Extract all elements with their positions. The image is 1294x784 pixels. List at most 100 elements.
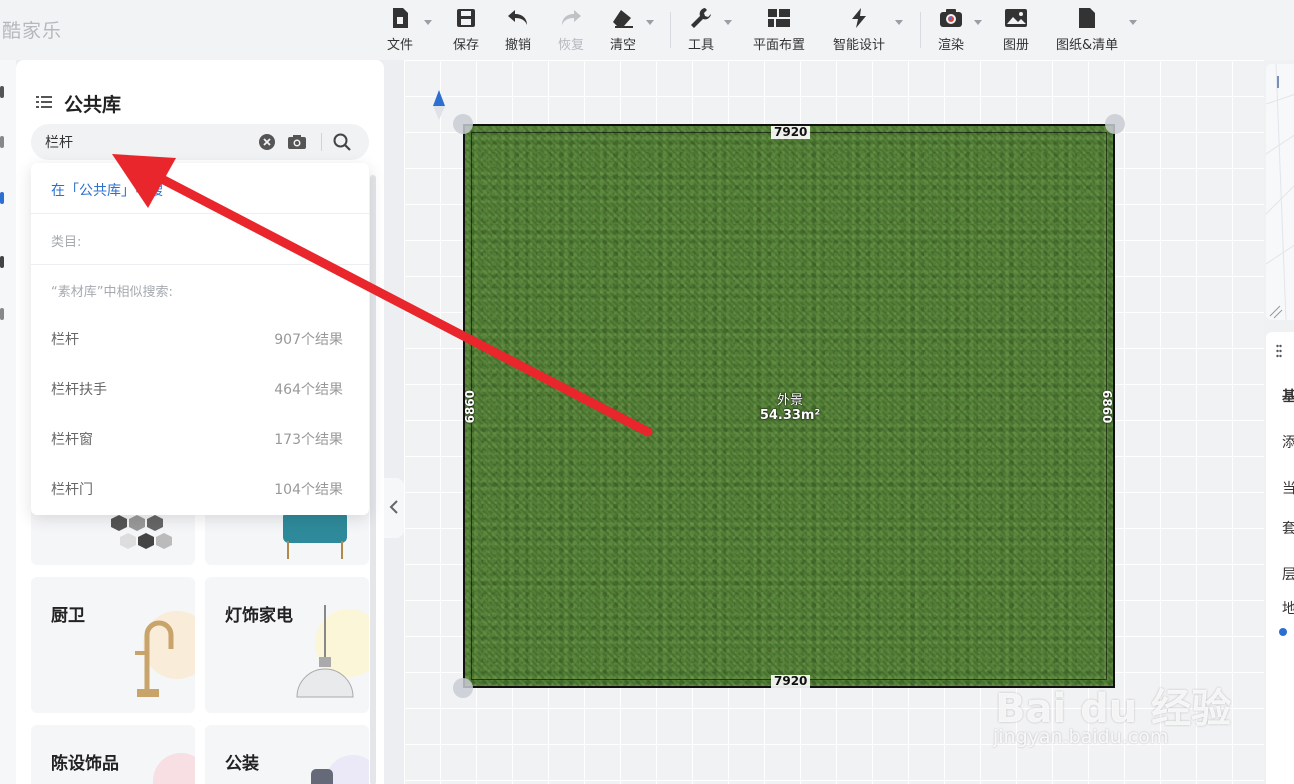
category-title: 陈设饰品	[51, 754, 119, 774]
category-card-kitchen-bath[interactable]: 厨卫	[31, 577, 195, 713]
chevron-left-icon	[389, 499, 399, 518]
suggestion-item[interactable]: 栏杆 907个结果	[31, 319, 369, 359]
camera-icon	[939, 6, 963, 30]
eraser-icon	[611, 6, 635, 30]
chevron-down-icon[interactable]	[895, 20, 903, 25]
armchair-image	[283, 511, 353, 565]
tools-menu-button[interactable]: 工具	[688, 6, 714, 54]
floor-layout-label: 平面布置	[753, 38, 806, 53]
smart-design-button[interactable]: 智能设计	[833, 6, 885, 54]
suggestion-count: 907个结果	[274, 332, 343, 348]
category-title: 公装	[225, 754, 259, 774]
chevron-down-icon[interactable]	[1129, 20, 1137, 25]
category-card-lighting[interactable]: 灯饰家电	[205, 577, 369, 713]
watermark-url: jingyan.baidu.com	[993, 726, 1169, 748]
render-menu-button[interactable]: 渲染	[938, 6, 964, 54]
decor-image	[141, 751, 195, 784]
chevron-down-icon[interactable]	[974, 20, 982, 25]
panel-scrollbar[interactable]	[370, 175, 376, 784]
chevron-down-icon[interactable]	[646, 20, 654, 25]
suggestion-name: 栏杆门	[51, 482, 93, 498]
save-label: 保存	[453, 38, 480, 53]
corner-handle[interactable]	[453, 678, 473, 698]
chevron-down-icon[interactable]	[424, 20, 432, 25]
lightning-icon	[847, 6, 871, 30]
prop-label: 当	[1282, 481, 1294, 497]
album-label: 图册	[1003, 38, 1030, 53]
toolbar-divider	[920, 12, 921, 48]
similar-search-label: “素材库”中相似搜索:	[51, 285, 173, 300]
sidebar-icon[interactable]	[0, 136, 4, 148]
list-icon[interactable]	[36, 94, 52, 113]
top-toolbar: 酷家乐 文件 保存 撤销 恢复 清空 工具 平面布置 智能设计 渲染 图册 图纸…	[0, 0, 1294, 60]
minimap[interactable]	[1266, 64, 1294, 320]
slider-thumb[interactable]	[1279, 628, 1287, 636]
suggestion-item[interactable]: 栏杆扶手 464个结果	[31, 369, 369, 409]
drawings-button[interactable]: 图纸&清单	[1056, 6, 1118, 54]
toolbar-divider	[670, 12, 671, 48]
sidebar-icon[interactable]	[0, 86, 4, 98]
left-sidebar	[0, 60, 16, 784]
prop-label: 地	[1282, 601, 1294, 617]
suggestion-name: 栏杆	[51, 332, 79, 348]
prop-label: 基	[1282, 389, 1294, 405]
drawings-label: 图纸&清单	[1056, 38, 1119, 53]
image-icon	[1004, 6, 1028, 30]
sidebar-icon[interactable]	[0, 308, 4, 320]
dimension-left: 6860	[463, 390, 477, 424]
sidebar-icon[interactable]	[0, 256, 4, 268]
panel-title: 公共库	[64, 94, 122, 116]
chevron-down-icon[interactable]	[724, 20, 732, 25]
clear-search-icon[interactable]	[257, 132, 277, 152]
redo-button[interactable]: 恢复	[558, 6, 584, 54]
suggestion-name: 栏杆扶手	[51, 382, 107, 398]
render-label: 渲染	[938, 38, 965, 53]
save-button[interactable]: 保存	[453, 6, 479, 54]
pendant-lamp-image	[283, 605, 369, 709]
document-icon	[1075, 6, 1099, 30]
search-scope-link[interactable]: 在「公共库」中搜	[51, 180, 163, 200]
suggestion-name: 栏杆窗	[51, 432, 93, 448]
camera-search-icon[interactable]	[287, 132, 307, 152]
wrench-icon	[689, 6, 713, 30]
corner-handle[interactable]	[1105, 114, 1125, 134]
suggestion-item[interactable]: 栏杆窗 173个结果	[31, 419, 369, 459]
divider	[31, 213, 369, 214]
floor-layout-button[interactable]: 平面布置	[753, 6, 805, 54]
search-divider	[321, 133, 322, 151]
room-label: 外景 54.33m²	[758, 389, 822, 423]
category-card-decor[interactable]: 陈设饰品	[31, 725, 195, 784]
clear-label: 清空	[610, 38, 637, 53]
corner-handle[interactable]	[453, 114, 473, 134]
undo-icon	[506, 6, 530, 30]
collapse-panel-button[interactable]	[384, 478, 404, 538]
faucet-image	[117, 605, 195, 709]
properties-card: 基 添 当 套 层 地	[1266, 332, 1294, 784]
room-area: 54.33m²	[759, 408, 821, 423]
search-input[interactable]	[45, 131, 245, 153]
divider	[31, 264, 369, 265]
suggestion-count: 464个结果	[274, 382, 343, 398]
clear-button[interactable]: 清空	[610, 6, 636, 54]
floor-plan-icon	[767, 6, 791, 30]
sidebar-icon-active[interactable]	[0, 192, 4, 204]
drag-handle-icon[interactable]	[1276, 344, 1282, 358]
category-card-public[interactable]: 公装	[205, 725, 369, 784]
dimension-bottom: 7920	[771, 675, 811, 688]
north-compass-icon[interactable]	[432, 90, 446, 124]
prop-label: 添	[1282, 435, 1294, 451]
suggestion-count: 173个结果	[274, 432, 343, 448]
undo-label: 撤销	[505, 38, 532, 53]
room-name: 外景	[776, 393, 803, 408]
brand-logo: 酷家乐	[2, 20, 63, 42]
prop-label: 层	[1282, 567, 1294, 583]
search-icon[interactable]	[332, 132, 352, 152]
suggestion-item[interactable]: 栏杆门 104个结果	[31, 469, 369, 509]
prop-label: 套	[1282, 521, 1294, 537]
album-button[interactable]: 图册	[1003, 6, 1029, 54]
dimension-top: 7920	[771, 126, 811, 139]
undo-button[interactable]: 撤销	[505, 6, 531, 54]
tools-label: 工具	[688, 38, 715, 53]
redo-icon	[559, 6, 583, 30]
file-menu-button[interactable]: 文件	[387, 6, 413, 54]
